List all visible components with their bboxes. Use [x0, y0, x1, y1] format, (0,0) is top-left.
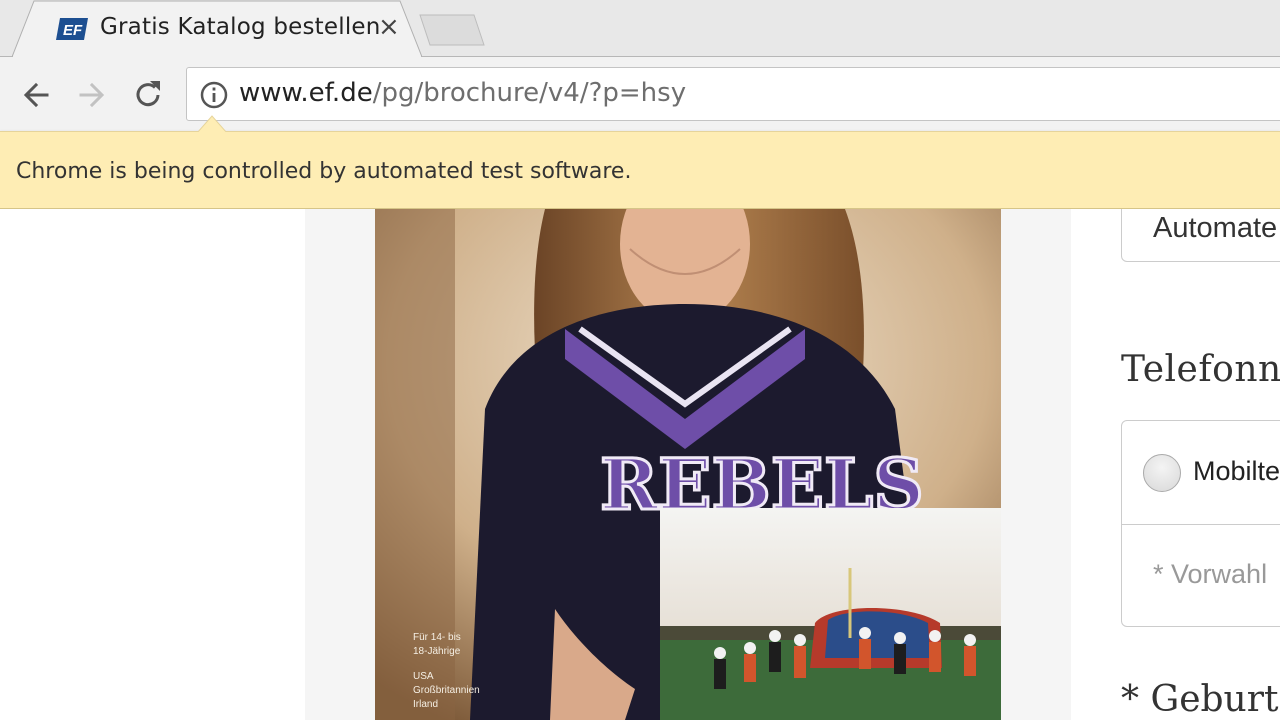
url-domain: www.ef.de — [239, 78, 373, 108]
mobile-radio-label[interactable]: Mobilte — [1193, 456, 1280, 487]
forward-button[interactable] — [74, 77, 110, 113]
phone-field-group: Mobilte * Vorwahl — [1121, 420, 1280, 627]
favicon-text: EF — [63, 22, 83, 39]
registration-form: Automate Telefonnu Mobilte * Vorwahl * G… — [1121, 209, 1280, 720]
caption-age-2: 18-Jährige — [413, 646, 461, 657]
tab-close-button[interactable]: × — [378, 12, 400, 42]
name-input-field[interactable]: Automate — [1121, 209, 1280, 262]
catalog-cover-image: REBELS Für 14- bis 18-Jährige USA Großbr… — [375, 209, 1001, 720]
url-path: /pg/brochure/v4/?p=hsy — [372, 78, 687, 108]
name-input-value: Automate — [1153, 212, 1278, 244]
phone-divider — [1122, 524, 1280, 525]
caption-age-1: Für 14- bis — [413, 632, 461, 643]
tab-title: Gratis Katalog bestellen — [100, 14, 381, 40]
mobile-radio-button[interactable] — [1143, 454, 1181, 492]
address-bar[interactable]: www.ef.de/pg/brochure/v4/?p=hsy — [186, 67, 1280, 121]
url-text[interactable]: www.ef.de/pg/brochure/v4/?p=hsy — [239, 78, 686, 108]
caption-country-uk: Großbritannien — [413, 685, 480, 696]
browser-tab-active[interactable]: EF Gratis Katalog bestellen × — [12, 0, 422, 58]
arrow-left-icon — [23, 82, 49, 108]
reload-button[interactable] — [130, 77, 166, 113]
caption-country-ireland: Irland — [413, 699, 439, 710]
area-code-input[interactable]: * Vorwahl — [1153, 559, 1267, 590]
browser-toolbar: www.ef.de/pg/brochure/v4/?p=hsy — [0, 57, 1280, 131]
caption-country-usa: USA — [413, 671, 434, 682]
phone-label: Telefonnu — [1121, 349, 1280, 390]
tab-strip: EF Gratis Katalog bestellen × — [0, 0, 1280, 58]
info-icon[interactable] — [199, 80, 229, 110]
automation-infobar: Chrome is being controlled by automated … — [0, 115, 1280, 209]
catalog-caption: Für 14- bis 18-Jährige USA Großbritannie… — [413, 631, 480, 712]
football-inset-photo — [660, 508, 1001, 720]
new-tab-button[interactable] — [418, 14, 486, 46]
infobar-message: Chrome is being controlled by automated … — [16, 159, 632, 184]
birthdate-label: * Geburts — [1121, 679, 1280, 720]
page-content: REBELS Für 14- bis 18-Jährige USA Großbr… — [0, 209, 1280, 720]
back-button[interactable] — [18, 77, 54, 113]
reload-icon — [136, 81, 160, 107]
ef-favicon-icon: EF — [56, 18, 88, 40]
infobar-pointer — [197, 115, 228, 133]
arrow-right-icon — [79, 82, 105, 108]
